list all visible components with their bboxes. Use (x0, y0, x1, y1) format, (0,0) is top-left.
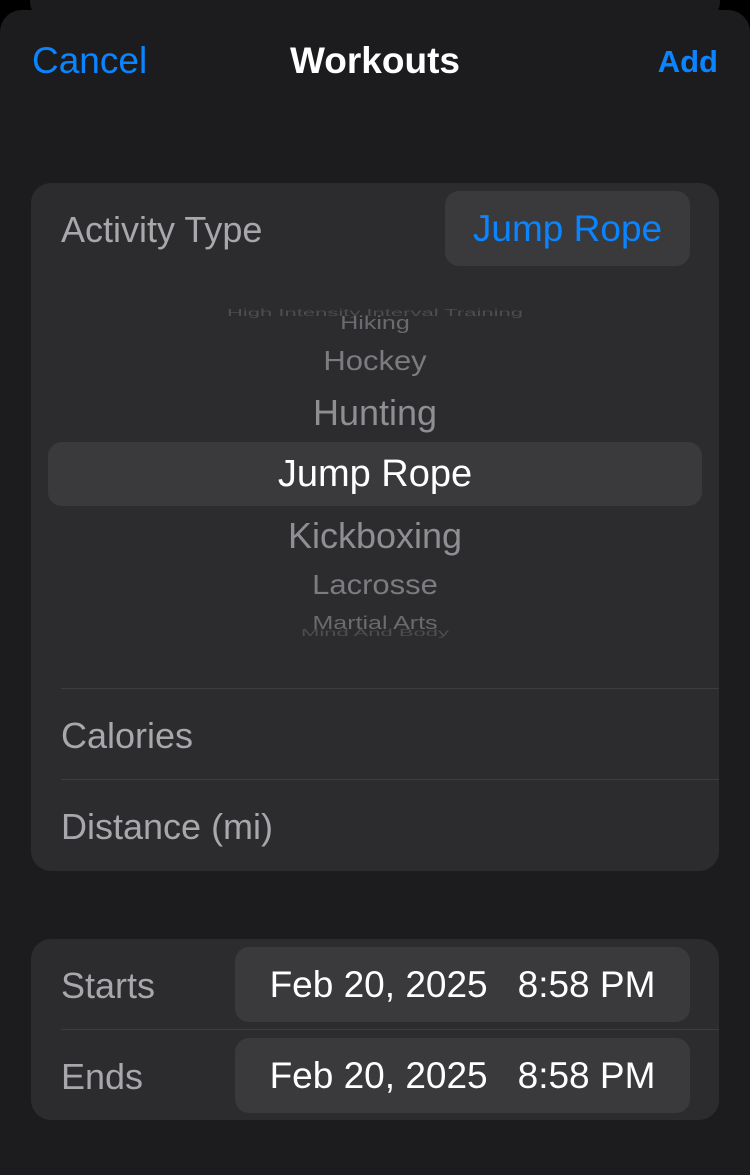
starts-label: Starts (61, 965, 156, 1006)
picker-item[interactable]: Hunting (31, 392, 719, 434)
distance-field[interactable]: Distance (mi) (31, 780, 719, 870)
time-group: Starts Feb 20, 2025 8:58 PM Ends Feb 20,… (31, 939, 719, 1120)
picker-item[interactable]: Mind And Body (31, 627, 719, 638)
picker-item[interactable]: Hockey (31, 345, 719, 377)
end-datetime-button[interactable]: Feb 20, 2025 8:58 PM (235, 1038, 690, 1113)
ends-label: Ends (61, 1056, 144, 1097)
end-date: Feb 20, 2025 (269, 1054, 488, 1096)
picker-item[interactable]: Hiking (31, 313, 719, 334)
calories-field[interactable]: Calories (31, 689, 719, 779)
start-date: Feb 20, 2025 (269, 963, 488, 1005)
distance-label: Distance (mi) (61, 806, 274, 847)
activity-type-picker[interactable]: High Intensity Interval Training Hiking … (31, 293, 719, 648)
picker-item-selected[interactable]: Jump Rope (31, 453, 719, 496)
navigation-bar: Cancel Workouts Add (0, 10, 750, 110)
cancel-button[interactable]: Cancel (32, 40, 147, 82)
start-datetime-button[interactable]: Feb 20, 2025 8:58 PM (235, 947, 690, 1022)
workout-sheet: Cancel Workouts Add Activity Type Jump R… (0, 10, 750, 1175)
picker-item[interactable]: Kickboxing (31, 515, 719, 557)
end-time: 8:58 PM (517, 1054, 656, 1096)
start-time: 8:58 PM (517, 963, 656, 1005)
activity-type-button[interactable]: Jump Rope (445, 191, 690, 266)
activity-type-label: Activity Type (61, 209, 263, 250)
row-divider (61, 1029, 719, 1030)
calories-label: Calories (61, 715, 194, 756)
add-button[interactable]: Add (658, 44, 718, 80)
workout-details-group: Activity Type Jump Rope High Intensity I… (31, 183, 719, 871)
picker-item[interactable]: Lacrosse (31, 569, 719, 601)
